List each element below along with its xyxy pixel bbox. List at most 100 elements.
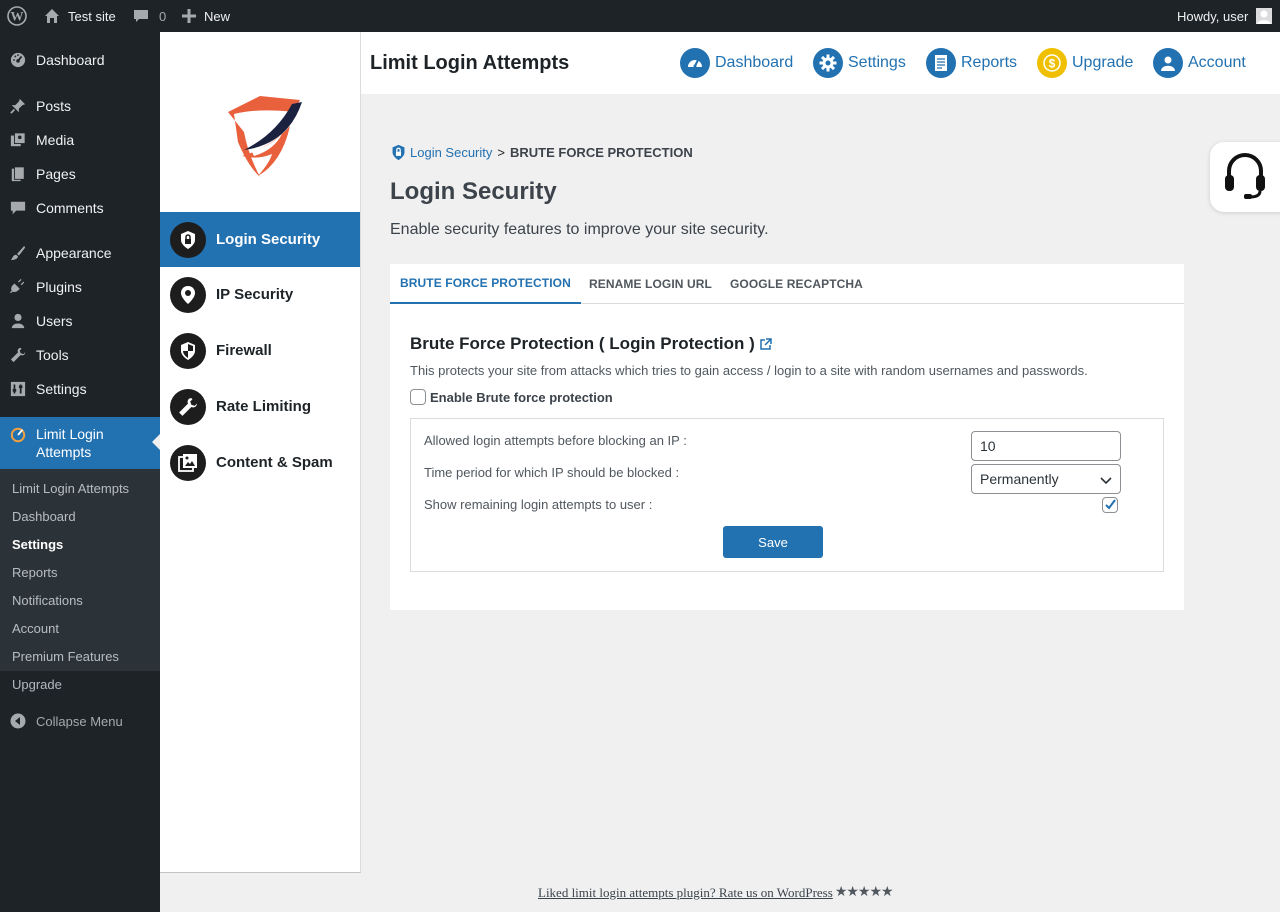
menu-item-settings[interactable]: Settings — [0, 378, 160, 400]
tab-rename-login-url[interactable]: RENAME LOGIN URL — [589, 264, 712, 304]
plugin-nav: Login Security IP Security Firewall Rate… — [160, 32, 361, 873]
menu-item-appearance[interactable]: Appearance — [0, 242, 160, 264]
wrench-icon — [10, 347, 26, 363]
period-label: Time period for which IP should be block… — [424, 465, 680, 480]
menu-item-users[interactable]: Users — [0, 310, 160, 332]
section-title-row: Brute Force Protection ( Login Protectio… — [410, 334, 772, 354]
plugin-nav-login-security[interactable]: Login Security — [160, 212, 360, 267]
svg-text:$: $ — [1049, 57, 1056, 71]
menu-item-plugins[interactable]: Plugins — [0, 276, 160, 298]
menu-item-pages[interactable]: Pages — [0, 163, 160, 185]
breadcrumb-link[interactable]: Login Security — [410, 145, 492, 160]
tab-brute-force-protection[interactable]: BRUTE FORCE PROTECTION — [390, 264, 581, 304]
attempts-label: Allowed login attempts before blocking a… — [424, 433, 687, 448]
lock-shield-icon — [390, 144, 407, 161]
plugin-nav-label: IP Security — [216, 286, 294, 303]
collapse-menu-button[interactable]: Collapse Menu — [0, 710, 160, 732]
menu-label: Attempts — [36, 444, 92, 460]
plus-icon — [182, 9, 196, 23]
submenu-item[interactable]: Premium Features — [12, 649, 119, 664]
menu-label: Appearance — [36, 245, 112, 261]
menu-item-dashboard[interactable]: Dashboard — [0, 49, 160, 71]
submenu-item-active[interactable]: Settings — [12, 537, 63, 552]
external-link-icon[interactable] — [759, 338, 772, 350]
header-nav-upgrade[interactable]: $ Upgrade — [1037, 47, 1133, 79]
plugin-nav-label: Rate Limiting — [216, 398, 312, 415]
new-label: New — [204, 8, 231, 24]
plugin-nav-ip-security[interactable]: IP Security — [160, 267, 360, 322]
menu-label: Comments — [36, 200, 104, 216]
shield-icon — [170, 332, 206, 369]
plugin-header: Limit Login Attempts Dashboard Settings … — [361, 32, 1280, 94]
header-nav-label: Dashboard — [715, 54, 794, 71]
attempts-value: 10 — [980, 438, 996, 454]
menu-label: Tools — [36, 347, 69, 363]
support-widget[interactable] — [1210, 142, 1280, 212]
plugin-nav-rate-limiting[interactable]: Rate Limiting — [160, 379, 360, 434]
menu-label: Media — [36, 132, 75, 148]
speedometer-icon — [680, 48, 710, 78]
submenu-item[interactable]: Account — [12, 621, 59, 636]
lock-shield-icon — [170, 221, 206, 258]
rate-us-link[interactable]: Liked limit login attempts plugin? Rate … — [538, 885, 833, 901]
location-pin-icon — [170, 276, 206, 313]
comments-count: 0 — [159, 8, 167, 24]
user-icon — [10, 313, 26, 329]
admin-submenu: Limit Login Attempts Dashboard Settings … — [0, 469, 160, 692]
menu-item-media[interactable]: Media — [0, 129, 160, 151]
header-nav-reports[interactable]: Reports — [926, 47, 1017, 79]
tab-google-recaptcha[interactable]: GOOGLE RECAPTCHA — [730, 264, 863, 304]
header-nav-settings[interactable]: Settings — [813, 47, 906, 79]
page-title: Login Security — [390, 178, 557, 205]
plugin-nav-firewall[interactable]: Firewall — [160, 323, 360, 378]
comments-link[interactable]: 0 — [133, 0, 166, 32]
home-icon — [44, 8, 60, 24]
admin-menu: Dashboard Posts Media Pages Comments App… — [0, 32, 160, 912]
breadcrumb-current: BRUTE FORCE PROTECTION — [509, 145, 693, 160]
settings-panel: BRUTE FORCE PROTECTION RENAME LOGIN URL … — [390, 264, 1184, 610]
collapse-icon — [10, 713, 26, 729]
submenu-item[interactable]: Reports — [12, 565, 58, 580]
star-rating-icon: ★★★★★ — [834, 885, 894, 900]
page-description: Enable security features to improve your… — [390, 221, 769, 238]
wrench-icon — [170, 388, 206, 425]
header-nav-account[interactable]: Account — [1153, 47, 1246, 79]
save-button[interactable]: Save — [723, 526, 823, 558]
tab-bar: BRUTE FORCE PROTECTION RENAME LOGIN URL … — [390, 264, 1184, 304]
attempts-input[interactable]: 10 — [971, 431, 1121, 461]
submenu-item[interactable]: Upgrade — [12, 677, 62, 692]
period-select[interactable]: Permanently — [971, 464, 1121, 494]
brush-icon — [10, 245, 26, 261]
new-content-link[interactable]: New — [182, 0, 230, 32]
plugin-nav-label: Content & Spam — [216, 454, 333, 471]
wordpress-logo-icon[interactable]: W — [7, 0, 27, 32]
plugin-nav-content-spam[interactable]: Content & Spam — [160, 435, 360, 490]
dashboard-icon — [10, 52, 26, 68]
plugin-nav-label: Login Security — [216, 231, 321, 248]
remaining-attempts-checkbox[interactable] — [1102, 497, 1118, 513]
menu-label: Limit Login — [36, 426, 104, 442]
menu-item-limit-login-attempts[interactable]: Limit Login Attempts — [0, 417, 160, 469]
menu-label: Posts — [36, 98, 72, 114]
enable-protection-checkbox[interactable] — [410, 389, 426, 405]
settings-icon — [10, 381, 26, 397]
headset-icon — [1224, 153, 1266, 201]
breadcrumb: Login Security > BRUTE FORCE PROTECTION — [390, 144, 693, 161]
submenu-item[interactable]: Limit Login Attempts — [12, 481, 129, 496]
menu-item-tools[interactable]: Tools — [0, 344, 160, 366]
plugin-nav-label: Firewall — [216, 342, 272, 359]
menu-item-comments[interactable]: Comments — [0, 197, 160, 219]
header-nav-dashboard[interactable]: Dashboard — [680, 47, 793, 79]
header-nav-label: Upgrade — [1072, 54, 1134, 71]
submenu-item[interactable]: Notifications — [12, 593, 83, 608]
site-name-link[interactable]: Test site — [44, 0, 116, 32]
menu-item-posts[interactable]: Posts — [0, 95, 160, 117]
plug-icon — [10, 279, 26, 295]
menu-label: Users — [36, 313, 73, 329]
menu-label: Pages — [36, 166, 76, 182]
header-nav-label: Reports — [961, 54, 1018, 71]
submenu-item[interactable]: Dashboard — [12, 509, 76, 524]
breadcrumb-separator: > — [497, 145, 505, 160]
collapse-label: Collapse Menu — [36, 713, 123, 729]
my-account-link[interactable]: Howdy, user — [1177, 0, 1273, 32]
